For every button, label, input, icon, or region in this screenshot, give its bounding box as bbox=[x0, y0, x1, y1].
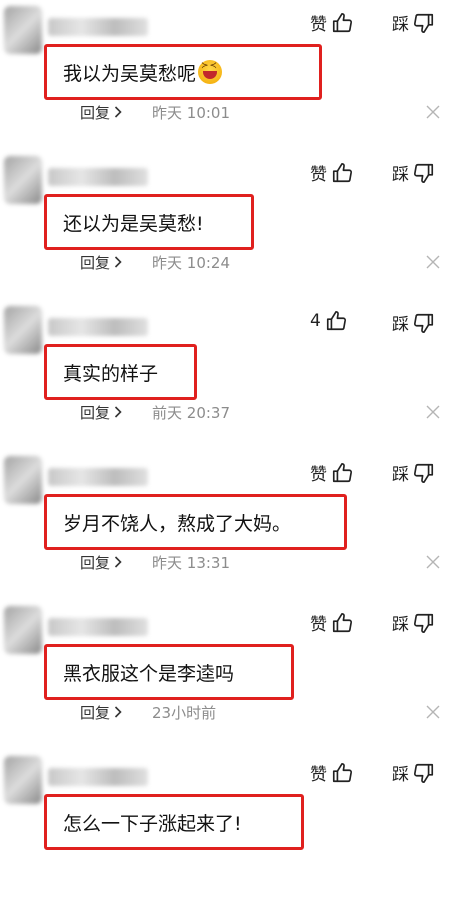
thumbs-up-icon bbox=[331, 762, 353, 784]
chevron-right-icon bbox=[114, 404, 122, 422]
comment-item: 赞 踩怎么一下子涨起来了! bbox=[0, 750, 466, 900]
like-button[interactable]: 4 bbox=[310, 310, 347, 332]
like-count: 赞 bbox=[310, 165, 327, 185]
username-blurred bbox=[48, 768, 148, 786]
comment-item: 赞 踩岁月不饶人，熬成了大妈。回复 昨天 13:31 bbox=[0, 450, 466, 600]
thumbs-down-icon bbox=[413, 162, 435, 184]
timestamp: 前天 20:37 bbox=[152, 404, 231, 422]
dislike-button[interactable]: 踩 bbox=[392, 610, 435, 635]
like-count: 赞 bbox=[310, 765, 327, 785]
comment-meta: 回复 23小时前 bbox=[80, 702, 216, 723]
comment-text: 我以为吴莫愁呢 bbox=[63, 59, 223, 86]
chevron-right-icon bbox=[114, 104, 122, 122]
dislike-button[interactable]: 踩 bbox=[392, 760, 435, 785]
thumbs-up-icon bbox=[331, 612, 353, 634]
comment-text: 岁月不饶人，熬成了大妈。 bbox=[63, 512, 292, 535]
chevron-right-icon bbox=[114, 704, 122, 722]
comment-item: 赞 踩我以为吴莫愁呢回复 昨天 10:01 bbox=[0, 0, 466, 150]
close-icon[interactable] bbox=[426, 404, 440, 419]
username-blurred bbox=[48, 318, 148, 336]
dislike-button[interactable]: 踩 bbox=[392, 310, 435, 335]
timestamp: 昨天 10:24 bbox=[152, 254, 231, 272]
laughing-emoji-icon bbox=[198, 59, 223, 84]
close-icon[interactable] bbox=[426, 104, 440, 119]
comment-highlight-box: 真实的样子 bbox=[44, 344, 197, 400]
comment-highlight-box: 还以为是吴莫愁! bbox=[44, 194, 254, 250]
username-blurred bbox=[48, 618, 148, 636]
comment-meta: 回复 昨天 10:01 bbox=[80, 102, 230, 123]
thumbs-down-icon bbox=[413, 312, 435, 334]
dislike-label: 踩 bbox=[392, 765, 409, 785]
dislike-label: 踩 bbox=[392, 15, 409, 35]
avatar[interactable] bbox=[4, 756, 42, 804]
comment-item: 4 踩真实的样子回复 前天 20:37 bbox=[0, 300, 466, 450]
avatar[interactable] bbox=[4, 6, 42, 54]
username-blurred bbox=[48, 468, 148, 486]
like-button[interactable]: 赞 bbox=[310, 610, 353, 635]
chevron-right-icon bbox=[114, 254, 122, 272]
reply-button[interactable]: 回复 bbox=[80, 102, 122, 123]
like-button[interactable]: 赞 bbox=[310, 760, 353, 785]
comment-item: 赞 踩还以为是吴莫愁! 回复 昨天 10:24 bbox=[0, 150, 466, 300]
like-button[interactable]: 赞 bbox=[310, 10, 353, 35]
comment-highlight-box: 怎么一下子涨起来了! bbox=[44, 794, 304, 850]
comment-text: 黑衣服这个是李逵吗 bbox=[63, 662, 235, 685]
dislike-label: 踩 bbox=[392, 165, 409, 185]
dislike-label: 踩 bbox=[392, 315, 409, 335]
avatar[interactable] bbox=[4, 306, 42, 354]
reply-button[interactable]: 回复 bbox=[80, 552, 122, 573]
thumbs-up-icon bbox=[331, 12, 353, 34]
dislike-label: 踩 bbox=[392, 615, 409, 635]
close-icon[interactable] bbox=[426, 254, 440, 269]
thumbs-up-icon bbox=[331, 162, 353, 184]
timestamp: 23小时前 bbox=[152, 704, 217, 722]
timestamp: 昨天 10:01 bbox=[152, 104, 231, 122]
avatar[interactable] bbox=[4, 156, 42, 204]
comment-highlight-box: 黑衣服这个是李逵吗 bbox=[44, 644, 294, 700]
dislike-button[interactable]: 踩 bbox=[392, 160, 435, 185]
comment-text: 怎么一下子涨起来了! bbox=[63, 812, 242, 835]
comment-highlight-box: 岁月不饶人，熬成了大妈。 bbox=[44, 494, 347, 550]
like-count: 赞 bbox=[310, 15, 327, 35]
comment-item: 赞 踩黑衣服这个是李逵吗回复 23小时前 bbox=[0, 600, 466, 750]
dislike-button[interactable]: 踩 bbox=[392, 460, 435, 485]
thumbs-up-icon bbox=[331, 462, 353, 484]
comment-highlight-box: 我以为吴莫愁呢 bbox=[44, 44, 322, 100]
reply-button[interactable]: 回复 bbox=[80, 252, 122, 273]
comment-text: 还以为是吴莫愁! bbox=[63, 212, 204, 235]
thumbs-down-icon bbox=[413, 762, 435, 784]
close-icon[interactable] bbox=[426, 554, 440, 569]
like-count: 4 bbox=[310, 311, 321, 331]
dislike-button[interactable]: 踩 bbox=[392, 10, 435, 35]
comment-meta: 回复 前天 20:37 bbox=[80, 402, 230, 423]
like-button[interactable]: 赞 bbox=[310, 160, 353, 185]
username-blurred bbox=[48, 18, 148, 36]
comment-meta: 回复 昨天 13:31 bbox=[80, 552, 230, 573]
avatar[interactable] bbox=[4, 606, 42, 654]
chevron-right-icon bbox=[114, 554, 122, 572]
comment-text: 真实的样子 bbox=[63, 362, 159, 385]
like-button[interactable]: 赞 bbox=[310, 460, 353, 485]
reply-button[interactable]: 回复 bbox=[80, 402, 122, 423]
thumbs-down-icon bbox=[413, 612, 435, 634]
like-count: 赞 bbox=[310, 465, 327, 485]
username-blurred bbox=[48, 168, 148, 186]
timestamp: 昨天 13:31 bbox=[152, 554, 231, 572]
dislike-label: 踩 bbox=[392, 465, 409, 485]
thumbs-up-icon bbox=[325, 310, 347, 332]
avatar[interactable] bbox=[4, 456, 42, 504]
like-count: 赞 bbox=[310, 615, 327, 635]
thumbs-down-icon bbox=[413, 462, 435, 484]
thumbs-down-icon bbox=[413, 12, 435, 34]
close-icon[interactable] bbox=[426, 704, 440, 719]
reply-button[interactable]: 回复 bbox=[80, 702, 122, 723]
comment-meta: 回复 昨天 10:24 bbox=[80, 252, 230, 273]
